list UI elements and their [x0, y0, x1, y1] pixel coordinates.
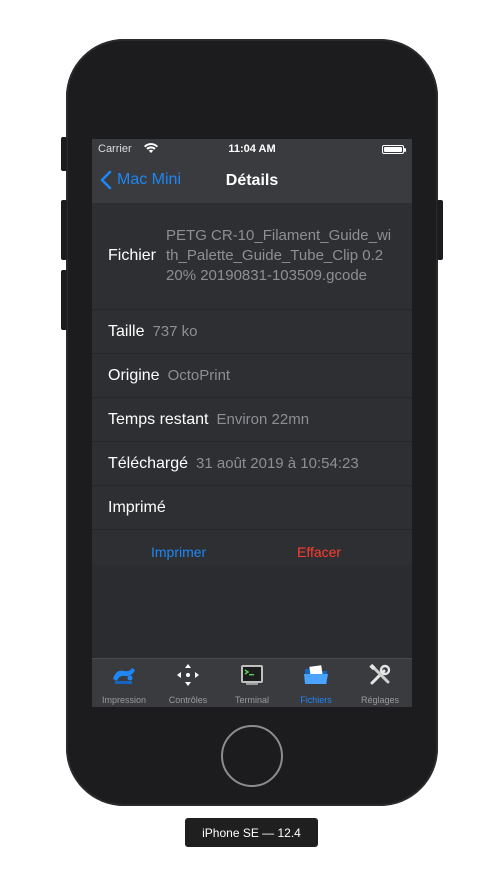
file-label: Fichier: [108, 247, 157, 264]
origin-value: OctoPrint: [167, 367, 231, 384]
tab-controles[interactable]: Contrôles: [156, 659, 220, 707]
clock: 11:04 AM: [228, 143, 276, 155]
action-row: Imprimer Effacer: [92, 530, 412, 575]
status-bar: Carrier 11:04 AM: [92, 139, 412, 159]
details-list: Fichier PETG CR-10_Filament_Guide_with_P…: [92, 203, 412, 566]
detail-row-printed: Imprimé: [92, 486, 412, 530]
remaining-value: Environ 22mn: [216, 411, 310, 428]
mute-switch: [61, 137, 67, 171]
remaining-label: Temps restant: [108, 410, 209, 428]
battery-icon: [382, 145, 406, 154]
detail-row-file: Fichier PETG CR-10_Filament_Guide_with_P…: [92, 203, 412, 310]
tab-reglages-label: Réglages: [360, 695, 400, 705]
power-button: [437, 200, 443, 260]
tab-impression[interactable]: Impression: [92, 659, 156, 707]
detail-row-size: Taille 737 ko: [92, 310, 412, 354]
volume-up-button: [61, 200, 67, 260]
size-value: 737 ko: [152, 323, 198, 340]
tab-terminal[interactable]: Terminal: [220, 659, 284, 707]
tab-controles-label: Contrôles: [168, 695, 208, 705]
tab-terminal-label: Terminal: [234, 695, 269, 705]
app-screen: Carrier 11:04 AM Mac Mini Détails Fichie…: [92, 139, 412, 707]
print-button[interactable]: Imprimer: [151, 544, 206, 560]
size-label: Taille: [108, 322, 145, 340]
tab-reglages[interactable]: Réglages: [348, 659, 412, 707]
tab-fichiers[interactable]: Fichiers: [284, 659, 348, 707]
detail-row-remaining: Temps restant Environ 22mn: [92, 398, 412, 442]
tab-fichiers-label: Fichiers: [300, 695, 332, 705]
volume-down-button: [61, 270, 67, 330]
uploaded-label: Téléchargé: [108, 454, 189, 472]
detail-row-origin: Origine OctoPrint: [92, 354, 412, 398]
navigation-bar: Mac Mini Détails: [92, 159, 412, 203]
detail-row-uploaded: Téléchargé 31 août 2019 à 10:54:23: [92, 442, 412, 486]
folder-icon: [304, 665, 328, 684]
home-button[interactable]: [221, 725, 283, 787]
terminal-icon: [241, 665, 263, 685]
uploaded-value: 31 août 2019 à 10:54:23: [196, 455, 359, 472]
tab-bar: Impression Contrôles Terminal Fichiers R…: [92, 658, 412, 707]
printed-label: Imprimé: [108, 498, 166, 516]
tab-impression-label: Impression: [101, 695, 146, 705]
file-value: PETG CR-10_Filament_Guide_with_Palette_G…: [166, 227, 392, 284]
tools-icon: [369, 663, 391, 685]
page-title: Détails: [225, 172, 279, 189]
move-arrows-icon: [177, 664, 199, 686]
device-label: iPhone SE — 12.4: [185, 818, 318, 847]
printer-icon: [113, 668, 135, 684]
origin-label: Origine: [108, 366, 160, 384]
delete-button[interactable]: Effacer: [297, 544, 341, 560]
